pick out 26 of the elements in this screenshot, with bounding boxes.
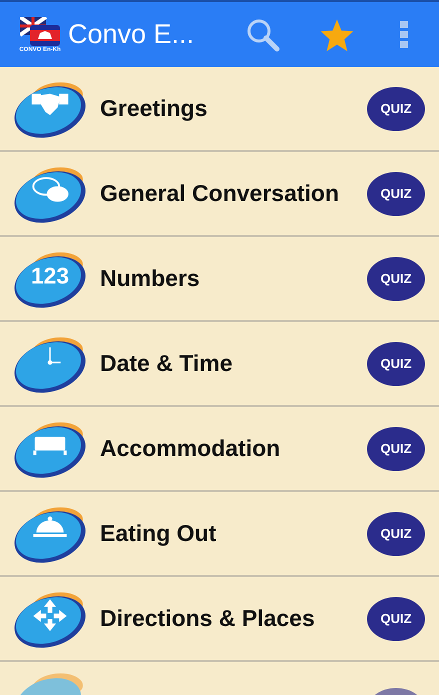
category-row[interactable]: General Conversation QUIZ <box>0 152 439 237</box>
app-title: Convo E... <box>68 18 194 52</box>
category-label: Eating Out <box>100 519 216 548</box>
quiz-button[interactable]: QUIZ <box>367 426 425 470</box>
category-row[interactable]: Directions & Places QUIZ <box>0 577 439 662</box>
category-label: Directions & Places <box>100 604 315 634</box>
category-label: Numbers <box>100 264 200 294</box>
search-icon <box>245 16 281 52</box>
category-row[interactable]: Date & Time QUIZ <box>0 322 439 407</box>
category-row[interactable]: Greetings QUIZ <box>0 67 439 152</box>
quiz-button[interactable]: QUIZ <box>367 172 425 216</box>
category-row[interactable]: Eating Out QUIZ <box>0 492 439 577</box>
more-icon <box>400 20 408 48</box>
category-label: Greetings <box>100 94 208 124</box>
quiz-button[interactable]: QUIZ <box>367 342 425 386</box>
category-label: General Conversation <box>100 179 340 208</box>
quiz-button[interactable]: QUIZ <box>367 256 425 300</box>
quiz-button[interactable]: QUIZ <box>367 512 425 556</box>
category-label: Date & Time <box>100 349 233 378</box>
star-icon <box>319 18 355 52</box>
category-row[interactable]: Accommodation QUIZ <box>0 407 439 492</box>
flag-logo-icon <box>20 16 60 46</box>
quiz-button[interactable]: QUIZ <box>367 596 425 640</box>
quiz-button[interactable]: QUIZ <box>367 86 425 130</box>
category-label: Accommodation <box>100 434 280 464</box>
category-row[interactable]: 123 Numbers QUIZ <box>0 237 439 322</box>
